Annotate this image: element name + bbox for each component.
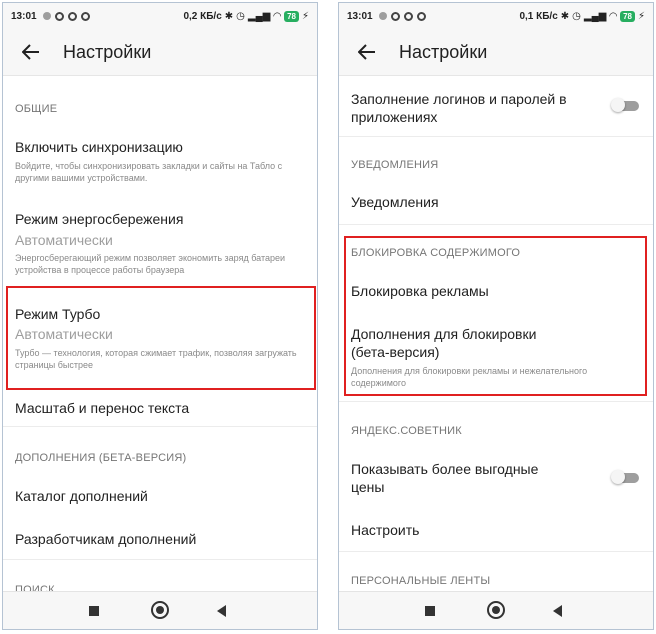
divider (3, 426, 317, 427)
navigation-bar (3, 591, 317, 629)
energy-title: Режим энергосбережения (15, 211, 184, 227)
network-speed: 0,1 КБ/с (519, 10, 558, 22)
home-icon[interactable] (151, 601, 169, 619)
setting-addons-catalog[interactable]: Каталог дополнений (15, 487, 148, 505)
setting-text-scale[interactable]: Масштаб и перенос текста (15, 399, 189, 417)
back-arrow-icon[interactable] (355, 40, 379, 64)
signal-icon: ▂▄▆ (247, 10, 271, 22)
charging-icon: ⚡ (637, 10, 645, 22)
status-bar: 13:01 0,2 КБ/с ✱ ◷ ▂▄▆ ◠ 78 ⚡ (3, 3, 317, 29)
back-triangle-icon[interactable] (553, 605, 562, 617)
turbo-highlight-box (6, 286, 316, 390)
home-icon[interactable] (487, 601, 505, 619)
divider (3, 559, 317, 560)
sync-description: Войдите, чтобы синхронизировать закладки… (15, 161, 283, 183)
page-title: Настройки (63, 41, 152, 62)
content-blocking-highlight-box (344, 236, 647, 396)
section-header-personal-feeds: ПЕРСОНАЛЬНЫЕ ЛЕНТЫ (351, 575, 491, 587)
energy-value: Автоматически (15, 232, 113, 248)
app-bar: Настройки (3, 29, 317, 76)
section-header-advisor: ЯНДЕКС.СОВЕТНИК (351, 425, 462, 437)
energy-description: Энергосберегающий режим позволяет эконом… (15, 253, 286, 275)
autofill-title: Заполнение логинов и паролей в приложени… (351, 91, 567, 125)
status-bar: 13:01 0,1 КБ/с ✱ ◷ ▂▄▆ ◠ 78 ⚡ (339, 3, 653, 29)
status-time: 13:01 (11, 10, 37, 22)
divider (339, 401, 653, 402)
setting-configure[interactable]: Настроить (351, 521, 419, 539)
back-arrow-icon[interactable] (19, 40, 43, 64)
recent-apps-icon[interactable] (425, 606, 435, 616)
setting-notifications[interactable]: Уведомления (351, 193, 439, 211)
battery-icon: 78 (284, 10, 299, 22)
alarm-icon: ◷ (236, 10, 245, 22)
battery-icon: 78 (620, 10, 635, 22)
navigation-bar (339, 591, 653, 629)
bluetooth-icon: ✱ (560, 10, 570, 22)
signal-icon: ▂▄▆ (583, 10, 607, 22)
page-title: Настройки (399, 41, 488, 62)
setting-addons-developers[interactable]: Разработчикам дополнений (15, 530, 196, 548)
alarm-icon: ◷ (572, 10, 581, 22)
charging-icon: ⚡ (301, 10, 309, 22)
better-prices-toggle[interactable] (611, 470, 639, 484)
app-notification-icon (67, 11, 77, 21)
recent-apps-icon[interactable] (89, 606, 99, 616)
better-prices-title: Показывать более выгодные цены (351, 461, 539, 495)
section-header-notifications: УВЕДОМЛЕНИЯ (351, 159, 439, 171)
app-notification-icon (80, 11, 90, 21)
app-notification-icon (390, 11, 400, 21)
wifi-icon: ◠ (609, 10, 618, 22)
status-time: 13:01 (347, 10, 373, 22)
back-triangle-icon[interactable] (217, 605, 226, 617)
app-notification-icon (416, 11, 426, 21)
divider (339, 224, 653, 225)
divider (339, 136, 653, 137)
notification-icon (42, 12, 51, 20)
app-notification-icon (403, 11, 413, 21)
divider (339, 551, 653, 552)
app-notification-icon (54, 11, 64, 21)
app-bar: Настройки (339, 29, 653, 76)
sync-title: Включить синхронизацию (15, 139, 183, 155)
notification-icon (378, 12, 387, 20)
network-speed: 0,2 КБ/с (183, 10, 222, 22)
bluetooth-icon: ✱ (224, 10, 234, 22)
autofill-toggle[interactable] (611, 98, 639, 112)
section-header-addons: ДОПОЛНЕНИЯ (БЕТА-ВЕРСИЯ) (15, 452, 187, 464)
wifi-icon: ◠ (273, 10, 282, 22)
section-header-general: ОБЩИЕ (15, 103, 58, 115)
